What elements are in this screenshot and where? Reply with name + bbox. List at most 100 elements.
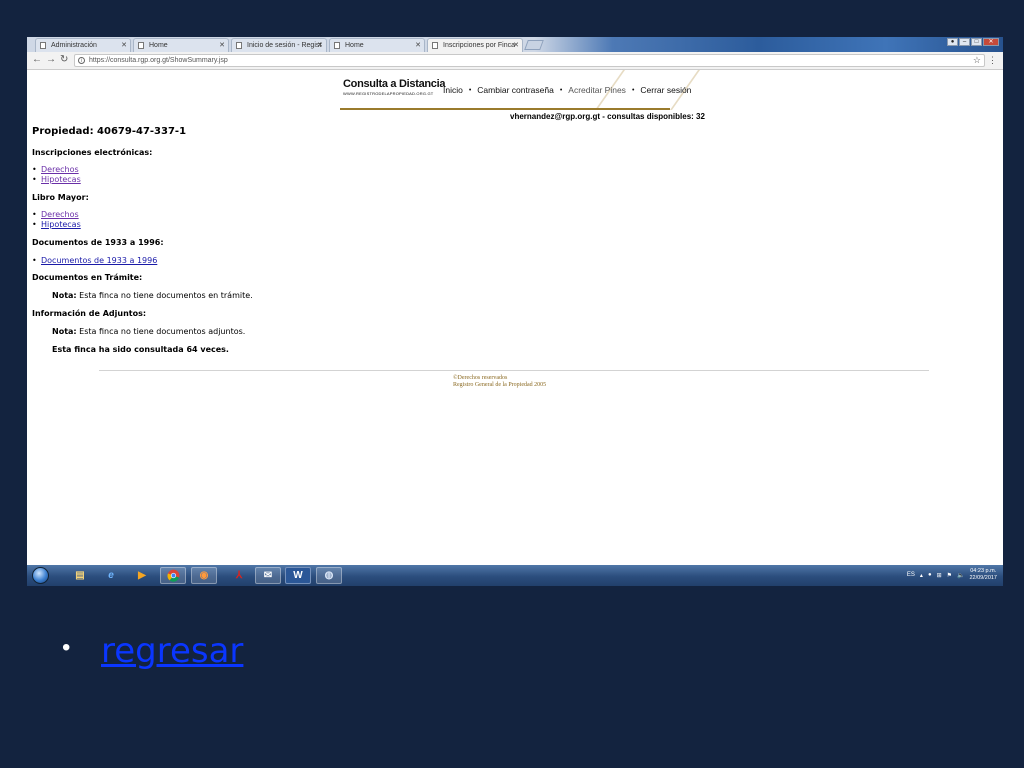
- site-logo[interactable]: Consulta a Distancia WWW.REGISTRODELAPRO…: [343, 78, 446, 96]
- pending-note: Nota: Esta finca no tiene documentos en …: [52, 291, 253, 300]
- start-button[interactable]: [32, 567, 49, 584]
- tray-network-icon[interactable]: ⊞: [937, 572, 942, 579]
- forward-arrow-icon[interactable]: →: [46, 54, 56, 65]
- clock[interactable]: 04:23 p.m. 22/09/2017: [969, 568, 997, 582]
- info-icon[interactable]: i: [78, 57, 85, 64]
- attach-heading: Información de Adjuntos:: [32, 309, 147, 318]
- list-item: Documentos de 1933 a 1996: [41, 256, 157, 266]
- list-item: Derechos: [41, 165, 81, 175]
- browser-tab[interactable]: Home ✕: [329, 38, 425, 52]
- footer: ©Derechos reservados Registro General de…: [453, 375, 546, 389]
- browser-toolbar: ← → ↻ i https://consulta.rgp.org.gt/Show…: [27, 52, 1003, 70]
- thunderbird-icon[interactable]: ✉: [255, 567, 281, 584]
- back-arrow-icon[interactable]: ←: [32, 54, 42, 65]
- note-label: Nota:: [52, 291, 77, 300]
- browser-tab[interactable]: Administración ✕: [35, 38, 131, 52]
- note-text: Esta finca no tiene documentos en trámit…: [76, 291, 253, 300]
- page-icon: [138, 42, 144, 49]
- electronic-links: Derechos Hipotecas: [41, 165, 81, 184]
- note-label: Nota:: [52, 327, 77, 336]
- link-documentos-1933-1996[interactable]: Documentos de 1933 a 1996: [41, 256, 157, 265]
- file-explorer-icon[interactable]: ▤: [67, 567, 93, 584]
- close-icon[interactable]: ✕: [121, 39, 127, 52]
- nav-acreditar-pines[interactable]: Acreditar Pines: [568, 85, 626, 95]
- footer-copyright: ©Derechos reservados: [453, 375, 508, 381]
- site-banner: Consulta a Distancia WWW.REGISTRODELAPRO…: [339, 70, 719, 110]
- docs-heading: Documentos de 1933 a 1996:: [32, 238, 164, 247]
- link-derechos-ledger[interactable]: Derechos: [41, 210, 79, 219]
- page-icon: [334, 42, 340, 49]
- tab-label: Home: [149, 42, 168, 49]
- tray-flag-icon[interactable]: ⚑: [947, 572, 952, 579]
- docs-links: Documentos de 1933 a 1996: [41, 256, 157, 266]
- word-icon[interactable]: W: [285, 567, 311, 584]
- nav-inicio[interactable]: Inicio: [443, 85, 463, 95]
- internet-explorer-icon[interactable]: e: [98, 567, 124, 584]
- tray-app-icon[interactable]: ●: [928, 572, 932, 578]
- window-controls: ● – □ ✕: [947, 38, 999, 47]
- list-item: Hipotecas: [41, 220, 81, 230]
- url-text: https://consulta.rgp.org.gt/ShowSummary.…: [89, 57, 228, 64]
- slide-bullet: •: [62, 634, 71, 661]
- banner-divider: [340, 108, 670, 110]
- browser-tab-strip: Administración ✕ Home ✕ Inicio de sesión…: [27, 37, 1003, 52]
- browser-tab[interactable]: Inicio de sesión - Regist ✕: [231, 38, 327, 52]
- tab-label: Home: [345, 42, 364, 49]
- close-window-icon[interactable]: ✕: [983, 38, 999, 46]
- consult-count: Esta finca ha sido consultada 64 veces.: [52, 345, 229, 354]
- close-icon[interactable]: ✕: [317, 39, 323, 52]
- screenshot-frame: Administración ✕ Home ✕ Inicio de sesión…: [27, 37, 1003, 586]
- nav-separator: •: [468, 86, 472, 94]
- browser-menu-icon[interactable]: ⋮: [988, 55, 997, 66]
- language-indicator[interactable]: ES: [907, 572, 915, 578]
- maximize-icon[interactable]: □: [971, 38, 982, 46]
- address-bar[interactable]: i https://consulta.rgp.org.gt/ShowSummar…: [74, 54, 985, 67]
- note-text: Esta finca no tiene documentos adjuntos.: [76, 327, 246, 336]
- close-icon[interactable]: ✕: [219, 39, 225, 52]
- logo-subtitle: WWW.REGISTRODELAPROPIEDAD.ORG.GT: [343, 91, 434, 96]
- tab-label: Inscripciones por Finca: [443, 42, 515, 49]
- firefox-icon[interactable]: ◉: [191, 567, 217, 584]
- reload-icon[interactable]: ↻: [60, 54, 68, 65]
- ledger-links: Derechos Hipotecas: [41, 210, 81, 229]
- property-title: Propiedad: 40679-47-337-1: [32, 126, 187, 137]
- list-item: Hipotecas: [41, 175, 81, 185]
- media-player-icon[interactable]: ▶: [129, 567, 155, 584]
- pending-heading: Documentos en Trámite:: [32, 273, 143, 282]
- user-icon[interactable]: ●: [947, 38, 958, 46]
- windows-taskbar: ▤ e ▶ ◉ ⅄ ✉ W ◍ ES ▴ ● ⊞ ⚑ 🔈 04:23 p.m. …: [27, 565, 1003, 586]
- minimize-icon[interactable]: –: [959, 38, 970, 46]
- chrome-logo: [166, 569, 179, 582]
- attach-note: Nota: Esta finca no tiene documentos adj…: [52, 327, 245, 336]
- nav-cerrar-sesion[interactable]: Cerrar sesión: [640, 85, 691, 95]
- page-icon: [432, 42, 438, 49]
- clock-time: 04:23 p.m.: [970, 568, 997, 574]
- link-derechos-electronic[interactable]: Derechos: [41, 165, 79, 174]
- link-hipotecas-ledger[interactable]: Hipotecas: [41, 220, 81, 229]
- system-tray: ES ▴ ● ⊞ ⚑ 🔈 04:23 p.m. 22/09/2017: [907, 568, 997, 582]
- ledger-heading: Libro Mayor:: [32, 193, 89, 202]
- chrome-icon[interactable]: [160, 567, 186, 584]
- web-page: Consulta a Distancia WWW.REGISTRODELAPRO…: [27, 70, 1003, 565]
- footer-registry: Registro General de la Propiedad 2005: [453, 382, 547, 388]
- page-icon: [236, 42, 242, 49]
- browser-tab[interactable]: Home ✕: [133, 38, 229, 52]
- nav-separator: •: [631, 86, 635, 94]
- bookmark-star-icon[interactable]: ☆: [973, 55, 981, 66]
- back-link[interactable]: regresar: [101, 631, 243, 671]
- link-hipotecas-electronic[interactable]: Hipotecas: [41, 175, 81, 184]
- close-icon[interactable]: ✕: [415, 39, 421, 52]
- tray-arrow-icon[interactable]: ▴: [920, 572, 923, 579]
- new-tab-button[interactable]: [524, 40, 544, 50]
- tab-label: Administración: [51, 42, 97, 49]
- browser-tab-active[interactable]: Inscripciones por Finca ✕: [427, 38, 523, 52]
- footer-divider: [99, 370, 929, 371]
- network-app-icon[interactable]: ◍: [316, 567, 342, 584]
- volume-icon[interactable]: 🔈: [957, 572, 964, 579]
- nav-separator: •: [559, 86, 563, 94]
- main-nav: Inicio • Cambiar contraseña • Acreditar …: [443, 85, 691, 95]
- close-icon[interactable]: ✕: [513, 39, 519, 52]
- user-status: vhernandez@rgp.org.gt - consultas dispon…: [510, 112, 705, 121]
- nav-cambiar-contrasena[interactable]: Cambiar contraseña: [477, 85, 554, 95]
- acrobat-icon[interactable]: ⅄: [226, 567, 252, 584]
